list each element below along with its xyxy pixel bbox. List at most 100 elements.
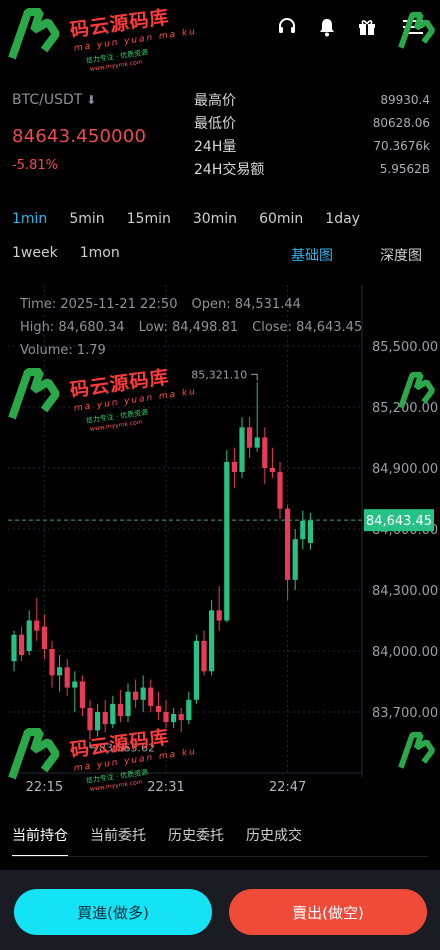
max-price-label: 85,321.10 (191, 368, 247, 381)
candle-body (216, 610, 222, 621)
candle-body (110, 703, 116, 725)
market-stats: 最高价 89930.4 最低价 80628.06 24H量 70.3676k 24H交… (194, 88, 430, 180)
watermark-logo-icon (398, 372, 435, 409)
x-tick-label: 22:47 (269, 780, 306, 795)
x-tick-label: 22:31 (147, 780, 184, 795)
candle-body (72, 681, 78, 688)
candle-body (49, 648, 55, 676)
candle-body (300, 520, 306, 540)
candle-body (64, 667, 70, 688)
top-bar (0, 0, 440, 56)
candle-body (41, 626, 47, 649)
ohlc-line-3: Volume: 1.79 (20, 343, 120, 358)
tabs-divider (12, 856, 428, 857)
y-tick-label: 85,500.00 (372, 340, 438, 355)
candle-body (95, 712, 101, 731)
tf-30min[interactable]: 30min (193, 211, 237, 227)
candle-body (163, 712, 169, 723)
candle-body (247, 427, 253, 448)
candle-body (224, 461, 230, 621)
tf-60min[interactable]: 60min (259, 211, 303, 227)
ohlc-line-1: Time: 2025-11-21 22:50 Open: 84,531.44 (20, 297, 315, 312)
candle-body (117, 703, 123, 717)
candle-body (171, 714, 177, 723)
candle-body (292, 539, 298, 580)
position-tabs: 当前持仓 当前委托 历史委托 历史成交 (12, 825, 324, 857)
stat-high: 最高价 89930.4 (194, 92, 430, 109)
candle-body (125, 691, 131, 717)
tf-5min[interactable]: 5min (69, 211, 104, 227)
tab-trade-history[interactable]: 历史成交 (246, 825, 302, 857)
candle-body (148, 687, 154, 706)
candle-body (34, 620, 40, 631)
tf-1day[interactable]: 1day (325, 211, 360, 227)
max-marker-line (251, 373, 258, 381)
y-tick-label: 84,300.00 (372, 584, 438, 599)
price-change: -5.81% (12, 158, 58, 173)
candle-body (307, 520, 313, 544)
candle-body (231, 461, 237, 473)
current-price-label: 84,643.45 (366, 514, 432, 529)
candle-body (87, 707, 93, 731)
ohlc-time: Time: 2025-11-21 22:50 (20, 297, 178, 312)
y-tick-label: 84,000.00 (372, 645, 438, 660)
ohlc-line-2: High: 84,680.34 Low: 84,498.81 Close: 84,6… (20, 320, 376, 335)
candle-body (209, 610, 215, 672)
gift-icon[interactable] (356, 16, 378, 38)
candle-body (193, 640, 199, 700)
timeframe-row-2: 1week 1mon (12, 245, 120, 261)
candle-body (57, 667, 63, 676)
chart-svg[interactable]: 85,500.0085,200.0084,900.0084,600.0084,3… (0, 285, 440, 805)
candle-body (140, 687, 146, 700)
ohlc-close: Close: 84,643.45 (252, 320, 363, 335)
tab-order-history[interactable]: 历史委托 (168, 825, 224, 857)
candle-body (186, 699, 192, 721)
stat-turnover: 24H交易额 5.9562B (194, 161, 430, 178)
pair-symbol: BTC/USDT (12, 92, 83, 108)
candle-body (201, 640, 207, 672)
candle-body (277, 472, 283, 509)
candle-body (239, 427, 245, 473)
candlestick-chart[interactable]: 85,500.0085,200.0084,900.0084,600.0084,3… (0, 285, 440, 805)
last-price: 84643.450000 (12, 126, 147, 147)
tab-current-positions[interactable]: 当前持仓 (12, 825, 68, 857)
ohlc-open: Open: 84,531.44 (191, 297, 301, 312)
headset-icon[interactable] (276, 16, 298, 38)
candle-body (155, 705, 161, 712)
y-tick-label: 83,700.00 (372, 706, 438, 721)
sell-short-button[interactable]: 賣出(做空) (229, 889, 427, 935)
watermark-logo-icon (398, 12, 435, 49)
candle-body (269, 468, 275, 473)
stat-volume: 24H量 70.3676k (194, 138, 430, 155)
ohlc-low: Low: 84,498.81 (138, 320, 239, 335)
candle-body (262, 437, 268, 468)
tab-open-orders[interactable]: 当前委托 (90, 825, 146, 857)
candle-body (79, 681, 85, 708)
candle-body (285, 508, 291, 580)
tf-15min[interactable]: 15min (127, 211, 171, 227)
candle-body (254, 437, 260, 448)
min-price-label: 83,563.62 (99, 742, 155, 755)
candle-body (26, 620, 32, 651)
pair-selector[interactable]: BTC/USDT ⬇ (12, 92, 96, 108)
tab-basic-chart[interactable]: 基础图 (291, 245, 333, 265)
candle-body (19, 634, 25, 656)
ohlc-volume: Volume: 1.79 (20, 343, 106, 358)
candle-body (133, 691, 139, 700)
buy-long-button[interactable]: 買進(做多) (14, 889, 212, 935)
bell-icon[interactable] (316, 16, 338, 38)
timeframe-row-1: 1min 5min 15min 30min 60min 1day (12, 211, 360, 227)
trade-footer: 買進(做多) 賣出(做空) (0, 870, 440, 950)
candle-body (11, 634, 17, 662)
x-tick-label: 22:15 (26, 780, 63, 795)
tab-depth-chart[interactable]: 深度图 (380, 245, 422, 265)
pair-dropdown-icon: ⬇ (86, 93, 97, 107)
candle-body (178, 714, 184, 721)
watermark-logo-icon (398, 732, 435, 769)
tf-1min[interactable]: 1min (12, 211, 47, 227)
tf-1week[interactable]: 1week (12, 245, 58, 261)
stat-low: 最低价 80628.06 (194, 115, 430, 132)
ohlc-high: High: 84,680.34 (20, 320, 125, 335)
y-tick-label: 84,900.00 (372, 462, 438, 477)
tf-1mon[interactable]: 1mon (80, 245, 120, 261)
